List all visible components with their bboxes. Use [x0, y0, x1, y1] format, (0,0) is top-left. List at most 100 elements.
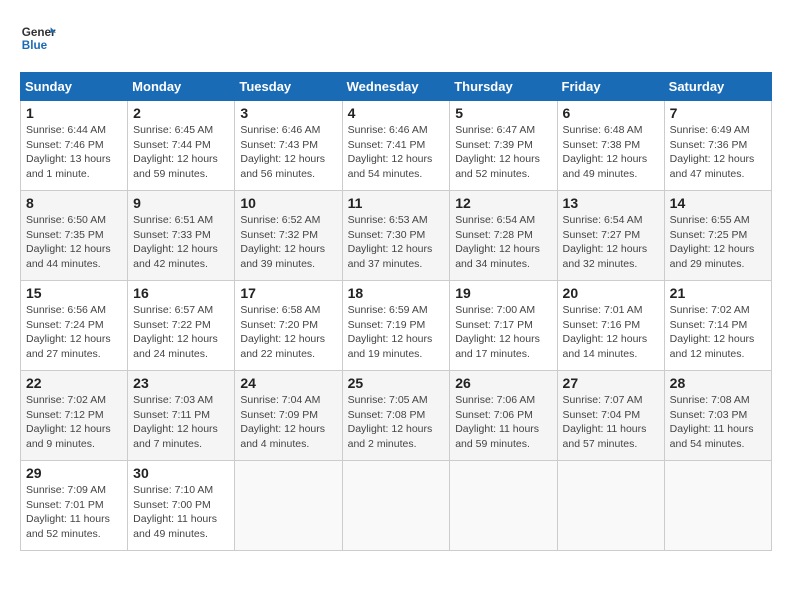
day-detail: Sunrise: 6:48 AMSunset: 7:38 PMDaylight:…	[563, 123, 659, 182]
day-detail: Sunrise: 7:02 AMSunset: 7:14 PMDaylight:…	[670, 303, 766, 362]
calendar-cell	[235, 461, 342, 551]
day-detail: Sunrise: 6:46 AMSunset: 7:41 PMDaylight:…	[348, 123, 445, 182]
calendar-cell: 3 Sunrise: 6:46 AMSunset: 7:43 PMDaylight…	[235, 101, 342, 191]
calendar-cell: 5Sunrise: 6:47 AMSunset: 7:39 PMDaylight…	[450, 101, 557, 191]
calendar-cell: 15 Sunrise: 6:56 AMSunset: 7:24 PMDayligh…	[21, 281, 128, 371]
calendar-cell: 28 Sunrise: 7:08 AMSunset: 7:03 PMDayligh…	[664, 371, 771, 461]
day-number: 16	[133, 285, 229, 301]
day-detail: Sunrise: 7:09 AMSunset: 7:01 PMDaylight:…	[26, 483, 122, 542]
day-number: 7	[670, 105, 766, 121]
page-header: General Blue	[20, 20, 772, 56]
day-detail: Sunrise: 6:45 AMSunset: 7:44 PMDaylight:…	[133, 123, 229, 182]
calendar-cell: 11Sunrise: 6:53 AMSunset: 7:30 PMDayligh…	[342, 191, 450, 281]
day-detail: Sunrise: 7:01 AMSunset: 7:16 PMDaylight:…	[563, 303, 659, 362]
calendar-cell: 25 Sunrise: 7:05 AMSunset: 7:08 PMDayligh…	[342, 371, 450, 461]
day-number: 6	[563, 105, 659, 121]
calendar-cell	[557, 461, 664, 551]
calendar-cell: 30 Sunrise: 7:10 AMSunset: 7:00 PMDayligh…	[128, 461, 235, 551]
day-number: 9	[133, 195, 229, 211]
day-number: 17	[240, 285, 336, 301]
day-number: 2	[133, 105, 229, 121]
day-number: 25	[348, 375, 445, 391]
calendar-cell: 2 Sunrise: 6:45 AMSunset: 7:44 PMDaylight…	[128, 101, 235, 191]
day-number: 18	[348, 285, 445, 301]
calendar-cell: 12 Sunrise: 6:54 AMSunset: 7:28 PMDayligh…	[450, 191, 557, 281]
calendar-cell: 4 Sunrise: 6:46 AMSunset: 7:41 PMDaylight…	[342, 101, 450, 191]
day-detail: Sunrise: 6:44 AMSunset: 7:46 PMDaylight:…	[26, 123, 122, 182]
calendar-cell	[664, 461, 771, 551]
day-number: 23	[133, 375, 229, 391]
weekday-header-thursday: Thursday	[450, 73, 557, 101]
day-number: 19	[455, 285, 551, 301]
calendar-cell: 26 Sunrise: 7:06 AMSunset: 7:06 PMDayligh…	[450, 371, 557, 461]
day-number: 12	[455, 195, 551, 211]
day-detail: Sunrise: 6:59 AMSunset: 7:19 PMDaylight:…	[348, 303, 445, 362]
day-number: 10	[240, 195, 336, 211]
calendar-cell: 23 Sunrise: 7:03 AMSunset: 7:11 PMDayligh…	[128, 371, 235, 461]
calendar-cell: 24 Sunrise: 7:04 AMSunset: 7:09 PMDayligh…	[235, 371, 342, 461]
calendar-week-row: 15 Sunrise: 6:56 AMSunset: 7:24 PMDayligh…	[21, 281, 772, 371]
day-number: 4	[348, 105, 445, 121]
day-number: 3	[240, 105, 336, 121]
calendar-cell: 20 Sunrise: 7:01 AMSunset: 7:16 PMDayligh…	[557, 281, 664, 371]
day-detail: Sunrise: 7:03 AMSunset: 7:11 PMDaylight:…	[133, 393, 229, 452]
day-detail: Sunrise: 7:00 AMSunset: 7:17 PMDaylight:…	[455, 303, 551, 362]
calendar-cell: 14 Sunrise: 6:55 AMSunset: 7:25 PMDayligh…	[664, 191, 771, 281]
calendar-cell: 6 Sunrise: 6:48 AMSunset: 7:38 PMDaylight…	[557, 101, 664, 191]
day-number: 21	[670, 285, 766, 301]
day-detail: Sunrise: 6:55 AMSunset: 7:25 PMDaylight:…	[670, 213, 766, 272]
day-detail: Sunrise: 7:10 AMSunset: 7:00 PMDaylight:…	[133, 483, 229, 542]
day-number: 13	[563, 195, 659, 211]
day-number: 30	[133, 465, 229, 481]
calendar-week-row: 1 Sunrise: 6:44 AMSunset: 7:46 PMDaylight…	[21, 101, 772, 191]
weekday-header-saturday: Saturday	[664, 73, 771, 101]
calendar-week-row: 22 Sunrise: 7:02 AMSunset: 7:12 PMDayligh…	[21, 371, 772, 461]
calendar-cell	[342, 461, 450, 551]
day-detail: Sunrise: 7:02 AMSunset: 7:12 PMDaylight:…	[26, 393, 122, 452]
day-detail: Sunrise: 6:50 AMSunset: 7:35 PMDaylight:…	[26, 213, 122, 272]
calendar-cell: 8 Sunrise: 6:50 AMSunset: 7:35 PMDaylight…	[21, 191, 128, 281]
calendar-week-row: 8 Sunrise: 6:50 AMSunset: 7:35 PMDaylight…	[21, 191, 772, 281]
weekday-header-wednesday: Wednesday	[342, 73, 450, 101]
day-detail: Sunrise: 7:04 AMSunset: 7:09 PMDaylight:…	[240, 393, 336, 452]
calendar-table: SundayMondayTuesdayWednesdayThursdayFrid…	[20, 72, 772, 551]
day-detail: Sunrise: 6:56 AMSunset: 7:24 PMDaylight:…	[26, 303, 122, 362]
calendar-cell: 10 Sunrise: 6:52 AMSunset: 7:32 PMDayligh…	[235, 191, 342, 281]
day-number: 24	[240, 375, 336, 391]
day-number: 27	[563, 375, 659, 391]
day-number: 26	[455, 375, 551, 391]
day-detail: Sunrise: 6:54 AMSunset: 7:27 PMDaylight:…	[563, 213, 659, 272]
day-detail: Sunrise: 6:46 AMSunset: 7:43 PMDaylight:…	[240, 123, 336, 182]
calendar-cell: 7 Sunrise: 6:49 AMSunset: 7:36 PMDaylight…	[664, 101, 771, 191]
day-number: 5	[455, 105, 551, 121]
day-detail: Sunrise: 7:08 AMSunset: 7:03 PMDaylight:…	[670, 393, 766, 452]
day-number: 1	[26, 105, 122, 121]
day-number: 20	[563, 285, 659, 301]
day-number: 15	[26, 285, 122, 301]
calendar-cell: 17 Sunrise: 6:58 AMSunset: 7:20 PMDayligh…	[235, 281, 342, 371]
weekday-header-sunday: Sunday	[21, 73, 128, 101]
calendar-cell: 21 Sunrise: 7:02 AMSunset: 7:14 PMDayligh…	[664, 281, 771, 371]
day-detail: Sunrise: 6:49 AMSunset: 7:36 PMDaylight:…	[670, 123, 766, 182]
calendar-cell: 27Sunrise: 7:07 AMSunset: 7:04 PMDayligh…	[557, 371, 664, 461]
calendar-cell: 9 Sunrise: 6:51 AMSunset: 7:33 PMDaylight…	[128, 191, 235, 281]
day-detail: Sunrise: 6:58 AMSunset: 7:20 PMDaylight:…	[240, 303, 336, 362]
calendar-cell: 13 Sunrise: 6:54 AMSunset: 7:27 PMDayligh…	[557, 191, 664, 281]
day-detail: Sunrise: 7:05 AMSunset: 7:08 PMDaylight:…	[348, 393, 445, 452]
day-number: 22	[26, 375, 122, 391]
calendar-cell: 18 Sunrise: 6:59 AMSunset: 7:19 PMDayligh…	[342, 281, 450, 371]
day-number: 29	[26, 465, 122, 481]
day-detail: Sunrise: 7:06 AMSunset: 7:06 PMDaylight:…	[455, 393, 551, 452]
day-number: 28	[670, 375, 766, 391]
weekday-header-tuesday: Tuesday	[235, 73, 342, 101]
day-detail: Sunrise: 6:51 AMSunset: 7:33 PMDaylight:…	[133, 213, 229, 272]
day-detail: Sunrise: 6:52 AMSunset: 7:32 PMDaylight:…	[240, 213, 336, 272]
day-detail: Sunrise: 6:54 AMSunset: 7:28 PMDaylight:…	[455, 213, 551, 272]
calendar-cell: 29 Sunrise: 7:09 AMSunset: 7:01 PMDayligh…	[21, 461, 128, 551]
day-number: 8	[26, 195, 122, 211]
calendar-cell: 22 Sunrise: 7:02 AMSunset: 7:12 PMDayligh…	[21, 371, 128, 461]
day-detail: Sunrise: 6:57 AMSunset: 7:22 PMDaylight:…	[133, 303, 229, 362]
day-number: 14	[670, 195, 766, 211]
logo-icon: General Blue	[20, 20, 56, 56]
calendar-cell	[450, 461, 557, 551]
